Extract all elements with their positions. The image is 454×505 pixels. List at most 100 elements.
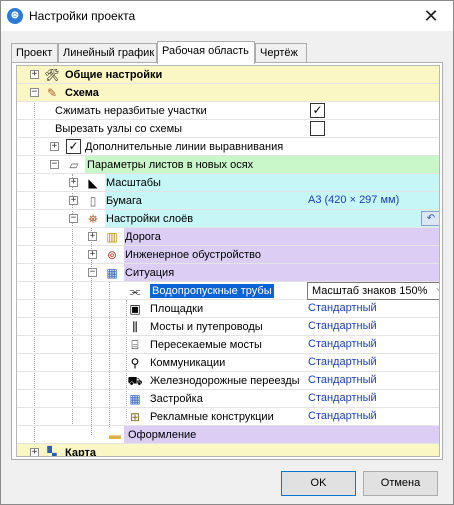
tree-row-utilities[interactable]: ⚲ Коммуникации Стандартный xyxy=(17,354,439,372)
paper-value[interactable]: А3 (420 × 297 мм) xyxy=(308,194,399,206)
tree-row-crossed-bridges[interactable]: ⌸ Пересекаемые мосты Стандартный xyxy=(17,336,439,354)
tree-label: Настройки слоёв xyxy=(106,213,194,225)
tree-label: Пересекаемые мосты xyxy=(150,339,262,351)
rail-crossings-value[interactable]: Стандартный xyxy=(308,374,377,386)
settings-dialog: ⊛ Настройки проекта ✕ Проект Линейный гр… xyxy=(0,0,454,505)
tree-label: Масштабы xyxy=(106,177,161,189)
tree-label: Водопропускные трубы xyxy=(150,284,274,298)
cancel-button[interactable]: Отмена xyxy=(363,471,438,496)
expand-icon[interactable]: + xyxy=(69,196,78,205)
cut-nodes-checkbox[interactable] xyxy=(310,121,325,136)
tree-label: Схема xyxy=(65,87,99,99)
tree-row-compress: Сжимать неразбитые участки ✓ xyxy=(17,102,439,120)
tab-panel: + 🛠 Общие настройки − ✎ Схема Сжимать не… xyxy=(11,62,443,460)
window-title: Настройки проекта xyxy=(29,9,136,23)
tree-row-layers[interactable]: − ⛯ Настройки слоёв ↶ xyxy=(17,210,439,228)
ok-button[interactable]: OK xyxy=(281,471,356,496)
tab-project[interactable]: Проект xyxy=(11,43,58,63)
tree-row-buildings[interactable]: ▦ Застройка Стандартный xyxy=(17,390,439,408)
folder-icon: ▬ xyxy=(109,428,121,442)
tree-row-rail-crossings[interactable]: ⛟ Железнодорожные переезды Стандартный xyxy=(17,372,439,390)
expand-icon[interactable]: + xyxy=(30,70,39,79)
tree-label: Параметры листов в новых осях xyxy=(87,159,254,171)
tree-label: Площадки xyxy=(150,303,204,315)
tab-linear-graph[interactable]: Линейный график xyxy=(58,43,157,63)
tree-row-road[interactable]: + ▥ Дорога xyxy=(17,228,439,246)
buildings-value[interactable]: Стандартный xyxy=(308,392,377,404)
expand-icon[interactable]: + xyxy=(30,448,39,456)
tree-row-cut-nodes: Вырезать узлы со схемы xyxy=(17,120,439,138)
tree-row-situation[interactable]: − ▦ Ситуация xyxy=(17,264,439,282)
engineering-icon: ⊚ xyxy=(106,248,118,262)
tree-label: Вырезать узлы со схемы xyxy=(55,123,183,135)
utilities-value[interactable]: Стандартный xyxy=(308,356,377,368)
tree-row-map[interactable]: + ▚ Карта xyxy=(17,444,439,457)
expand-icon[interactable]: + xyxy=(88,250,97,259)
title-bar: ⊛ Настройки проекта ✕ xyxy=(1,1,453,31)
situation-icon: ▦ xyxy=(106,266,118,280)
tree-label: Инженерное обустройство xyxy=(125,249,261,261)
tree-label: Рекламные конструкции xyxy=(150,411,274,423)
close-button[interactable]: ✕ xyxy=(409,1,453,31)
collapse-icon[interactable]: − xyxy=(30,88,39,97)
tree-row-bridges[interactable]: ⫼ Мосты и путепроводы Стандартный xyxy=(17,318,439,336)
tree-row-paper[interactable]: + ▯ Бумага А3 (420 × 297 мм) xyxy=(17,192,439,210)
tools-icon: 🛠 xyxy=(44,68,60,82)
app-icon: ⊛ xyxy=(7,8,23,24)
expand-icon[interactable]: + xyxy=(69,178,78,187)
road-icon: ▥ xyxy=(106,230,118,244)
tree-row-platforms[interactable]: ▣ Площадки Стандартный xyxy=(17,300,439,318)
platforms-value[interactable]: Стандартный xyxy=(308,302,377,314)
tree-row-decoration[interactable]: ▬ Оформление xyxy=(17,426,439,444)
tree-label: Железнодорожные переезды xyxy=(150,375,300,387)
scale-icon: ◣ xyxy=(88,176,98,190)
tree-label: Карта xyxy=(65,447,97,457)
map-icon: ▚ xyxy=(47,446,57,457)
tree-row-scheme[interactable]: − ✎ Схема xyxy=(17,84,439,102)
tab-drawing[interactable]: Чертёж xyxy=(255,43,307,63)
collapse-icon[interactable]: − xyxy=(88,268,97,277)
chevron-down-icon[interactable]: ⌵ xyxy=(436,284,439,295)
expand-icon[interactable]: + xyxy=(88,232,97,241)
tree-label: Бумага xyxy=(106,195,142,207)
tree-row-align-lines[interactable]: + ✓ Дополнительные линии выравнивания xyxy=(17,138,439,156)
align-lines-checkbox[interactable]: ✓ xyxy=(66,139,81,154)
tree-label: Дорога xyxy=(125,231,161,243)
settings-tree: + 🛠 Общие настройки − ✎ Схема Сжимать не… xyxy=(16,65,440,457)
tree-label: Коммуникации xyxy=(150,357,226,369)
billboards-value[interactable]: Стандартный xyxy=(308,410,377,422)
tree-row-culverts[interactable]: ⫘ Водопропускные трубы Масштаб знаков 15… xyxy=(17,282,439,300)
crossed-bridges-value[interactable]: Стандартный xyxy=(308,338,377,350)
rail-crossing-icon: ⛟ xyxy=(127,374,143,388)
bridge-icon: ⫼ xyxy=(132,320,138,334)
tree-row-billboards[interactable]: ⊞ Рекламные конструкции Стандартный xyxy=(17,408,439,426)
tree-row-engineering[interactable]: + ⊚ Инженерное обустройство xyxy=(17,246,439,264)
sheets-icon: ▱ xyxy=(69,158,79,172)
tree-label: Сжимать неразбитые участки xyxy=(55,105,207,117)
tree-row-general[interactable]: + 🛠 Общие настройки xyxy=(17,66,439,84)
collapse-icon[interactable]: − xyxy=(50,160,59,169)
tree-label: Ситуация xyxy=(125,267,175,279)
layers-icon: ⛯ xyxy=(88,212,98,226)
compress-checkbox[interactable]: ✓ xyxy=(310,103,325,118)
tree-label: Дополнительные линии выравнивания xyxy=(85,141,284,153)
dropdown-value: Масштаб знаков 150% xyxy=(312,285,428,297)
platform-icon: ▣ xyxy=(129,302,141,316)
utilities-icon: ⚲ xyxy=(130,356,140,370)
bridges-value[interactable]: Стандартный xyxy=(308,320,377,332)
tree-row-sheet-params[interactable]: − ▱ Параметры листов в новых осях xyxy=(17,156,439,174)
paper-icon: ▯ xyxy=(89,194,97,208)
tree-row-scales[interactable]: + ◣ Масштабы xyxy=(17,174,439,192)
scheme-icon: ✎ xyxy=(46,86,58,100)
culverts-dropdown[interactable]: Масштаб знаков 150% ⌵ xyxy=(307,282,439,300)
tree-label: Застройка xyxy=(150,393,203,405)
crossed-bridge-icon: ⌸ xyxy=(131,338,139,352)
collapse-icon[interactable]: − xyxy=(69,214,78,223)
undo-icon[interactable]: ↶ xyxy=(421,211,439,226)
billboard-icon: ⊞ xyxy=(129,410,141,424)
tab-workspace[interactable]: Рабочая область xyxy=(157,41,255,64)
tree-label: Оформление xyxy=(128,429,197,441)
tree-label: Общие настройки xyxy=(65,69,163,81)
tree-label: Мосты и путепроводы xyxy=(150,321,263,333)
expand-icon[interactable]: + xyxy=(50,142,59,151)
